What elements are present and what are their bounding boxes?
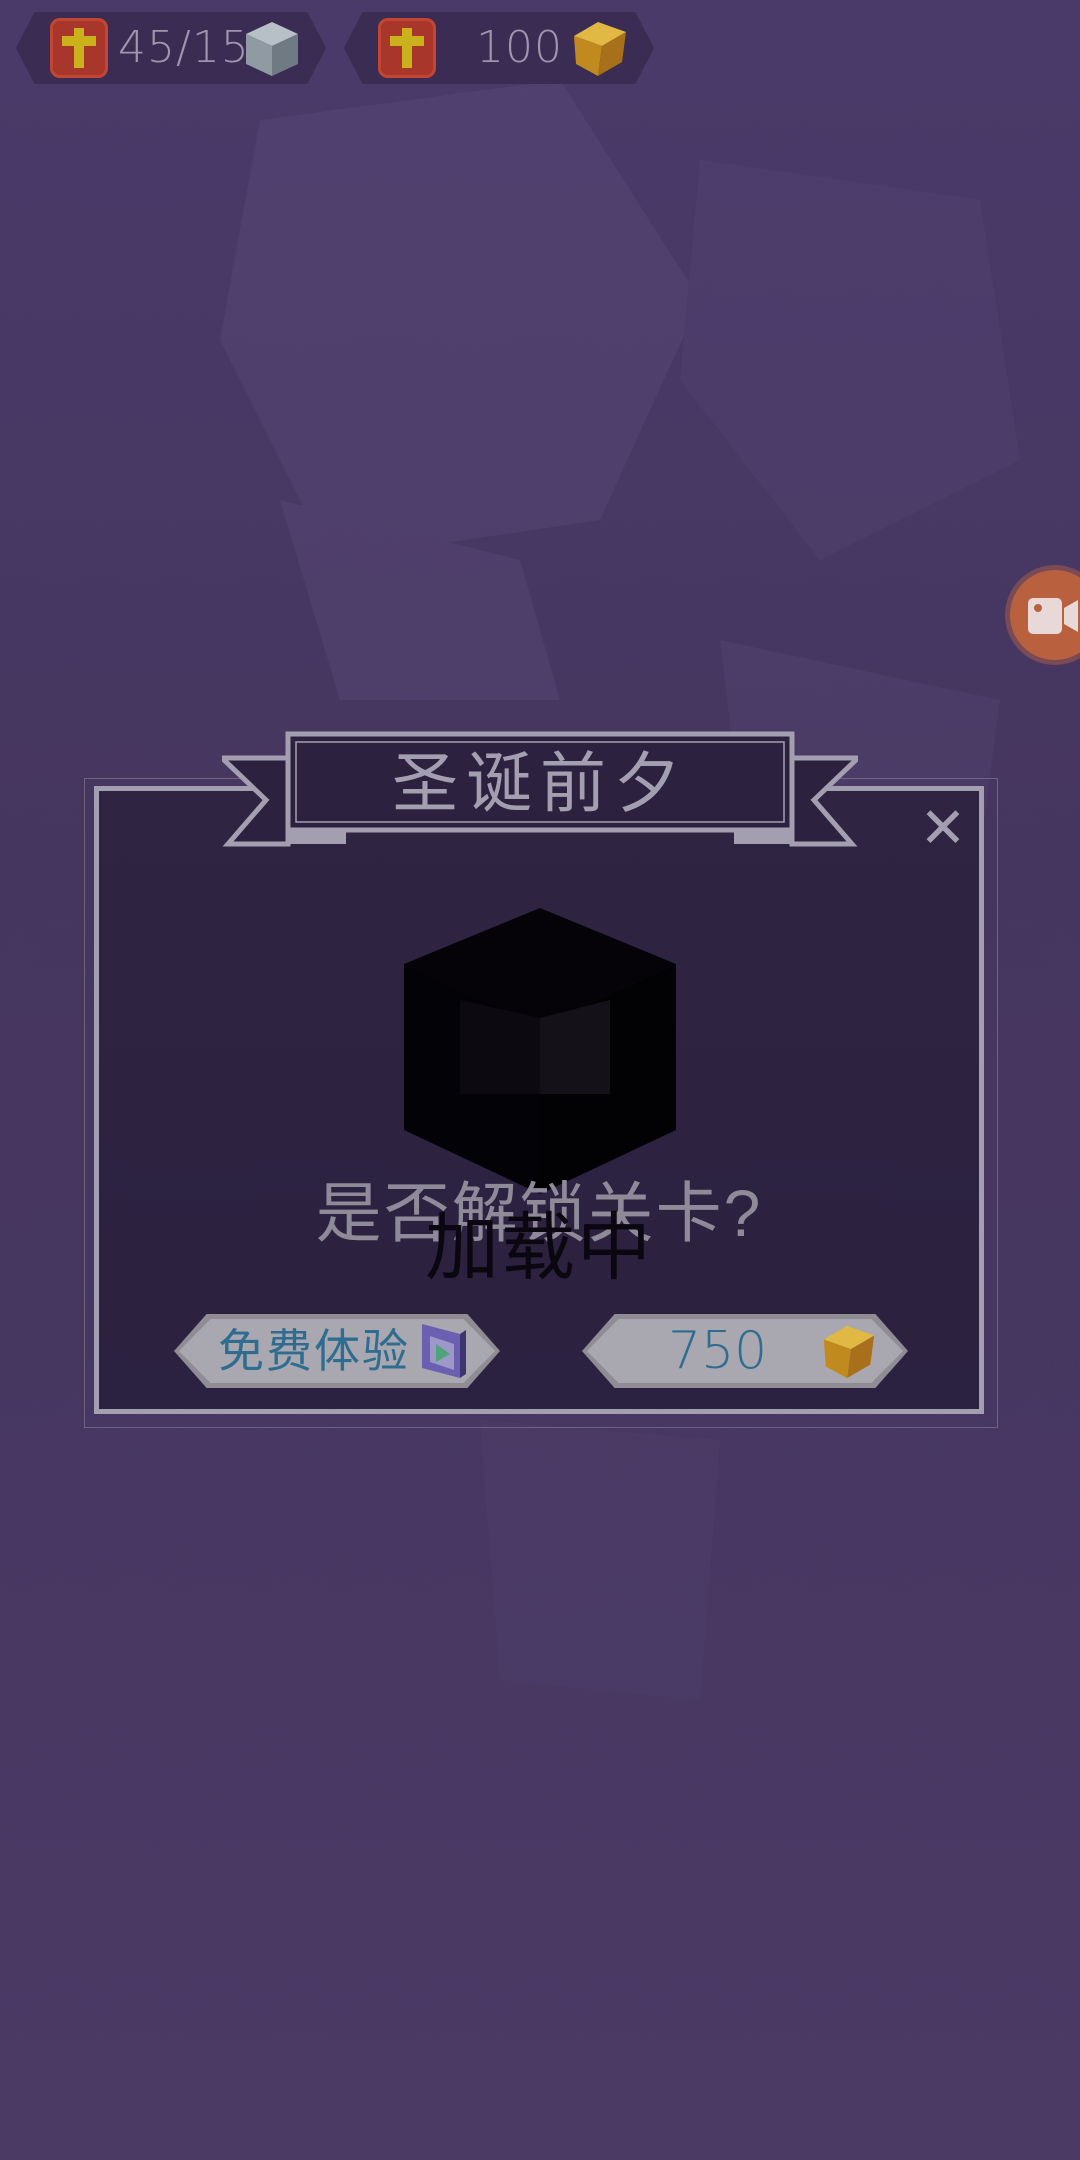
unlock-with-coins-button[interactable]: 750 [582,1314,908,1388]
plus-icon [390,28,424,68]
free-trial-label: 免费体验 [218,1325,410,1377]
level-progress-hud: 45/15 [16,12,326,84]
gold-cube-icon [823,1325,875,1379]
gold-cube-icon [574,22,626,76]
level-progress-value: 45/15 [118,22,250,73]
coins-value: 100 [476,22,563,73]
dialog-title: 圣诞前夕 [392,746,688,820]
price-value: 750 [668,1321,768,1381]
level-preview-cube [404,908,676,1194]
free-trial-button[interactable]: 免费体验 [174,1314,500,1388]
plus-icon [62,28,96,68]
close-button[interactable]: ✕ [915,800,971,856]
video-ad-icon [422,1324,466,1378]
coins-hud: 100 [344,12,654,84]
add-level-button[interactable] [50,18,108,78]
add-coins-button[interactable] [378,18,436,78]
close-icon: ✕ [919,796,967,859]
gray-cube-icon [246,22,298,76]
video-camera-icon [1028,598,1078,634]
loading-text: 加载中 [425,1206,653,1289]
